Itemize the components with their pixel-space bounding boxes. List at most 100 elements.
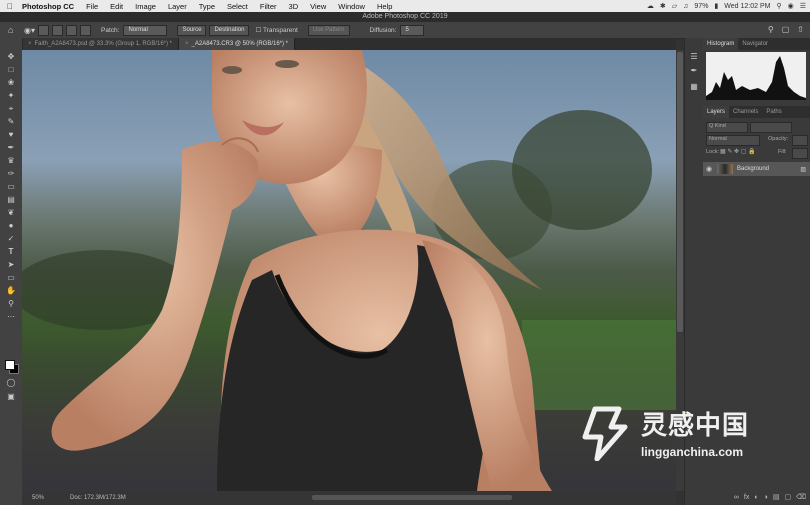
hand-tool-icon[interactable]: ✋ [5, 286, 17, 296]
trash-icon[interactable]: ⌫ [796, 493, 806, 501]
layer-row-background[interactable]: ◉ Background ▨ [703, 162, 810, 176]
layer-thumbnail [717, 164, 733, 174]
menu-file[interactable]: File [80, 2, 104, 11]
battery-icon[interactable]: ▮ [714, 2, 718, 10]
intersect-selection-icon[interactable] [80, 24, 91, 36]
bluetooth-icon[interactable]: ✱ [660, 2, 666, 10]
menu-window[interactable]: Window [332, 2, 371, 11]
transparent-label: Transparent [263, 27, 298, 34]
new-group-icon[interactable]: ▤ [773, 493, 780, 501]
quick-select-tool-icon[interactable]: ✦ [5, 91, 17, 101]
layer-name: Background [737, 166, 770, 172]
clock[interactable]: Wed 12:02 PM [724, 3, 770, 10]
more-tools-icon[interactable]: ⋯ [5, 312, 17, 322]
brush-settings-icon[interactable]: ✒ [689, 66, 699, 76]
move-tool-icon[interactable]: ✥ [5, 52, 17, 62]
eye-icon[interactable]: ◉ [703, 165, 715, 173]
menu-type[interactable]: Type [193, 2, 221, 11]
close-icon[interactable]: × [185, 41, 189, 47]
use-pattern-button[interactable]: Use Pattern [307, 24, 350, 36]
blend-mode-select[interactable]: Normal [706, 135, 760, 146]
menu-edit[interactable]: Edit [104, 2, 129, 11]
new-layer-icon[interactable]: ▢ [784, 493, 791, 501]
home-icon[interactable]: ⌂ [8, 25, 18, 35]
siri-icon[interactable]: ◉ [788, 2, 794, 10]
dodge-tool-icon[interactable]: ● [5, 221, 17, 231]
link-layers-icon[interactable]: ∞ [734, 494, 739, 501]
notification-center-icon[interactable]: ☰ [800, 2, 806, 10]
tab-layers[interactable]: Layers [703, 106, 730, 118]
tab-paths[interactable]: Paths [762, 106, 785, 118]
wifi-icon[interactable]: ▱ [672, 2, 677, 10]
menu-3d[interactable]: 3D [283, 2, 305, 11]
crop-tool-icon[interactable]: ⌖ [5, 104, 17, 114]
share-icon[interactable]: ⇧ [797, 25, 804, 34]
pen-tool-icon[interactable]: ✓ [5, 234, 17, 244]
fx-icon[interactable]: fx [744, 494, 749, 501]
stamp-tool-icon[interactable]: ♛ [5, 156, 17, 166]
source-button[interactable]: Source [177, 24, 207, 36]
type-tool-icon[interactable]: T [5, 247, 17, 257]
quick-mask-icon[interactable]: ◯ [5, 378, 17, 388]
tab-navigator[interactable]: Navigator [738, 38, 772, 50]
mac-menubar:  Photoshop CC File Edit Image Layer Typ… [0, 0, 810, 12]
creative-cloud-icon[interactable]: ☁ [647, 2, 654, 10]
diffusion-value[interactable]: 5 [400, 24, 425, 36]
menu-filter[interactable]: Filter [254, 2, 283, 11]
brush-tool-icon[interactable]: ✒ [5, 143, 17, 153]
foreground-color-swatch[interactable] [5, 360, 15, 370]
patch-tool-preset-icon[interactable]: ◉▾ [24, 26, 35, 35]
lock-icon[interactable]: ▨ [800, 166, 806, 173]
zoom-level[interactable]: 50% [32, 495, 62, 501]
apple-menu-icon[interactable]:  [4, 2, 16, 11]
menu-app[interactable]: Photoshop CC [16, 2, 80, 11]
search-icon[interactable]: ⚲ [768, 25, 774, 34]
kind-filter-select[interactable]: Q Kind [706, 122, 748, 133]
adjustments-icon[interactable]: ☰ [689, 52, 699, 62]
blur-tool-icon[interactable]: ❦ [5, 208, 17, 218]
healing-tool-icon[interactable]: ♥ [5, 130, 17, 140]
lock-icons[interactable]: ▦ ✎ ✥ ▢ 🔒 [720, 148, 756, 155]
subtract-selection-icon[interactable] [66, 24, 77, 36]
watermark: 灵感中国 lingganchina.com [575, 403, 805, 463]
close-icon[interactable]: × [28, 41, 32, 47]
eraser-tool-icon[interactable]: ▭ [5, 182, 17, 192]
doc-size[interactable]: Doc: 172.3M/172.3M [70, 495, 126, 501]
tab-channels[interactable]: Channels [729, 106, 762, 118]
history-brush-tool-icon[interactable]: ✑ [5, 169, 17, 179]
horizontal-scrollbar[interactable] [312, 495, 512, 500]
marquee-tool-icon[interactable]: □ [5, 65, 17, 75]
workspace-icon[interactable]: ▢ [782, 25, 790, 34]
shape-tool-icon[interactable]: ▭ [5, 273, 17, 283]
new-selection-icon[interactable] [38, 24, 49, 36]
tab-cr3[interactable]: × _A2A8473.CR3 @ 50% (RGB/16*) * [179, 38, 296, 50]
eyedropper-tool-icon[interactable]: ✎ [5, 117, 17, 127]
screen-mode-icon[interactable]: ▣ [5, 392, 17, 402]
spotlight-icon[interactable]: ⚲ [776, 2, 781, 10]
menu-help[interactable]: Help [371, 2, 398, 11]
filter-icons[interactable] [750, 122, 792, 133]
destination-button[interactable]: Destination [209, 24, 250, 36]
properties-icon[interactable]: ▦ [689, 82, 699, 92]
opacity-input[interactable] [792, 135, 808, 146]
transparent-checkbox[interactable]: ☐ Transparent [255, 26, 297, 34]
zoom-tool-icon[interactable]: ⚲ [5, 299, 17, 309]
watermark-url: lingganchina.com [641, 445, 744, 459]
volume-icon[interactable]: ♫ [683, 3, 688, 10]
menu-view[interactable]: View [304, 2, 332, 11]
menu-select[interactable]: Select [221, 2, 254, 11]
add-mask-icon[interactable]: ◐ [754, 494, 758, 501]
menu-layer[interactable]: Layer [162, 2, 193, 11]
tab-faith-psd[interactable]: × Faith_A2A8473.psd @ 33.3% (Group 1, RGB… [22, 38, 180, 50]
adjustment-layer-icon[interactable]: ◑ [764, 494, 768, 501]
add-selection-icon[interactable] [52, 24, 63, 36]
patch-mode-select[interactable]: Normal [123, 24, 168, 36]
menu-image[interactable]: Image [129, 2, 162, 11]
path-select-tool-icon[interactable]: ➤ [5, 260, 17, 270]
tab-label: Faith_A2A8473.psd @ 33.3% (Group 1, RGB/… [34, 41, 173, 47]
tab-histogram[interactable]: Histogram [703, 38, 739, 50]
gradient-tool-icon[interactable]: ▤ [5, 195, 17, 205]
lasso-tool-icon[interactable]: ❀ [5, 78, 17, 88]
scroll-thumb[interactable] [677, 52, 683, 332]
fill-input[interactable] [792, 148, 808, 159]
